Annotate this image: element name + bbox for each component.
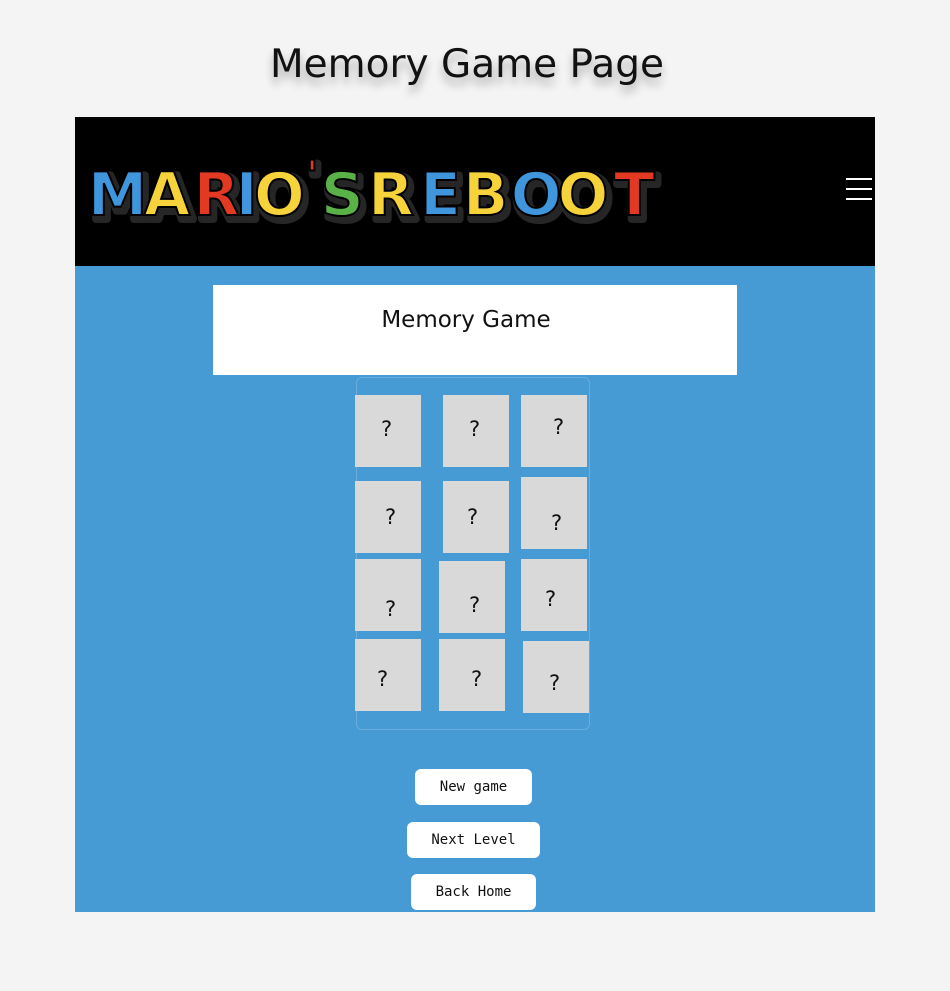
- card-face: ?: [545, 587, 557, 611]
- memory-card[interactable]: ?: [439, 639, 505, 711]
- memory-card[interactable]: ?: [521, 559, 587, 631]
- memory-card[interactable]: ?: [355, 559, 421, 631]
- memory-card[interactable]: ?: [355, 395, 421, 467]
- navbar: M M A A R R I I O O ' ' S S R R E E B B O O O O T T: [75, 117, 875, 266]
- memory-card[interactable]: ?: [439, 561, 505, 633]
- logo-letter: E: [420, 160, 461, 229]
- logo-letter: ': [306, 153, 318, 199]
- logo-letter: O: [557, 160, 608, 229]
- logo-letter: R: [368, 160, 414, 229]
- card-face: ?: [385, 505, 397, 529]
- card-face: ?: [471, 667, 483, 691]
- game-title: Memory Game: [381, 307, 551, 333]
- app-frame: M M A A R R I I O O ' ' S S R R E E B B O O O O T T Memory Game ?…: [75, 117, 875, 912]
- memory-card[interactable]: ?: [443, 481, 509, 553]
- logo-letter: R: [193, 160, 239, 229]
- logo-letter: M: [88, 160, 148, 229]
- memory-card[interactable]: ?: [443, 395, 509, 467]
- logo-letter: A: [144, 160, 191, 229]
- back-home-button[interactable]: Back Home: [411, 874, 536, 910]
- card-face: ?: [377, 667, 389, 691]
- logo-letter: T: [614, 160, 655, 229]
- page-heading: Memory Game Page: [270, 42, 664, 87]
- hamburger-icon[interactable]: [846, 177, 872, 201]
- logo-letter: B: [463, 160, 509, 229]
- logo-letter: O: [254, 160, 305, 229]
- card-board: ? ? ? ? ? ? ? ? ? ? ? ?: [355, 377, 590, 730]
- memory-card[interactable]: ?: [521, 395, 587, 467]
- card-face: ?: [385, 597, 397, 621]
- card-face: ?: [551, 511, 563, 535]
- memory-card[interactable]: ?: [523, 641, 589, 713]
- card-face: ?: [469, 417, 481, 441]
- card-face: ?: [549, 671, 561, 695]
- card-face: ?: [469, 593, 481, 617]
- marios-reboot-logo[interactable]: MM AA RRII OO '' SS RR EE BB OOOO TT: [75, 153, 670, 229]
- card-face: ?: [553, 415, 565, 439]
- memory-card[interactable]: ?: [355, 481, 421, 553]
- game-title-card: Memory Game: [213, 285, 737, 375]
- logo-letter: S: [321, 160, 364, 229]
- logo-letter: O: [511, 160, 562, 229]
- memory-card[interactable]: ?: [355, 639, 421, 711]
- next-level-button[interactable]: Next Level: [407, 822, 540, 858]
- memory-card[interactable]: ?: [521, 477, 587, 549]
- new-game-button[interactable]: New game: [415, 769, 532, 805]
- card-face: ?: [381, 417, 393, 441]
- card-face: ?: [467, 505, 479, 529]
